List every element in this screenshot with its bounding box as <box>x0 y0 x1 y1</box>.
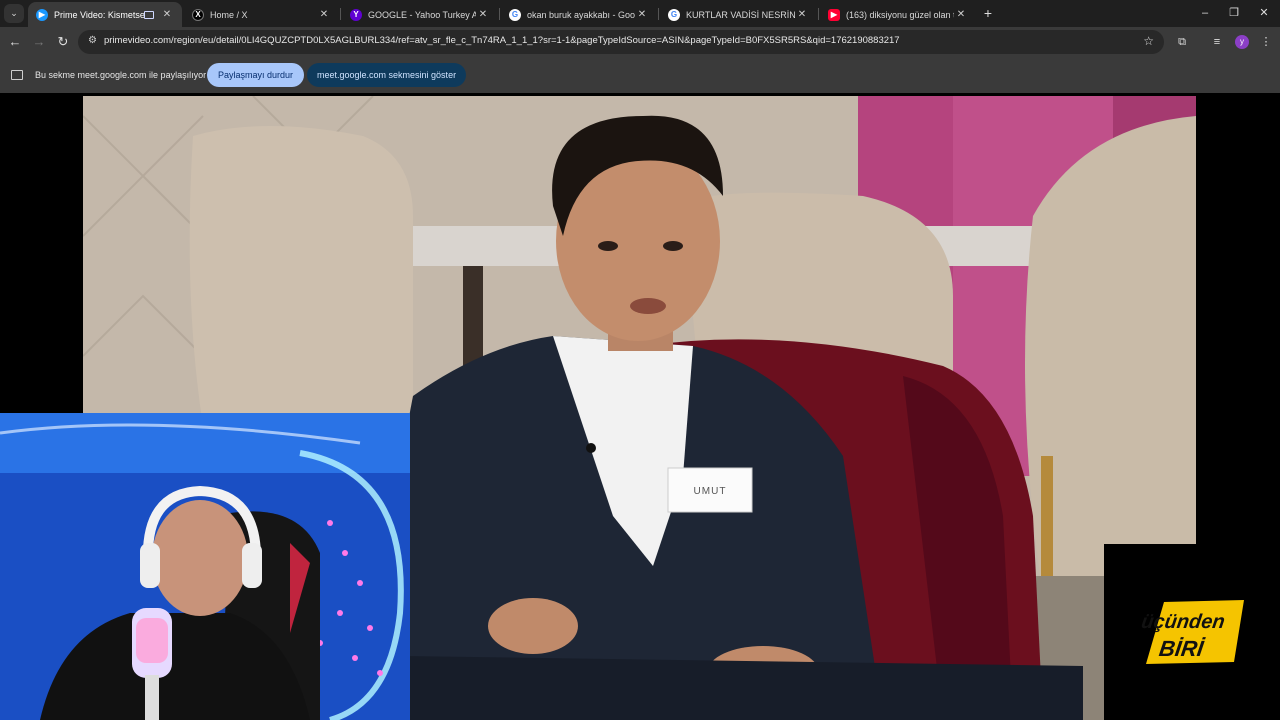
tab-title: (163) diksiyonu güzel olan tosto <box>846 9 954 20</box>
bookmark-star-icon[interactable]: ☆ <box>1143 34 1154 48</box>
reload-button[interactable]: ↻ <box>55 34 71 50</box>
close-icon[interactable]: ✕ <box>476 9 490 20</box>
tab-search-button[interactable]: ⌄ <box>4 4 24 23</box>
profile-avatar[interactable]: y <box>1235 35 1249 49</box>
prime-video-icon: ▶ <box>36 8 48 21</box>
close-icon[interactable]: ✕ <box>160 9 174 20</box>
tab-sharing-infobar: Bu sekme meet.google.com ile paylaşılıyo… <box>0 57 1280 93</box>
tab-google-okan-buruk[interactable]: G okan buruk ayakkabı - Google'da ✕ <box>501 2 657 27</box>
webcam-overlay <box>0 413 410 720</box>
minimize-button[interactable]: – <box>1198 6 1212 20</box>
logo-line1: üçünden <box>1140 611 1226 633</box>
page-content: UMUT üçünden BİRİ <box>0 93 1280 720</box>
close-icon[interactable]: ✕ <box>317 9 331 20</box>
address-bar[interactable]: ⚙ primevideo.com/region/eu/detail/0LI4GQ… <box>78 30 1164 54</box>
tab-separator <box>818 8 819 20</box>
url-text: primevideo.com/region/eu/detail/0LI4GQUZ… <box>104 35 900 46</box>
extensions-icon[interactable]: ⧉ <box>1174 34 1190 50</box>
tab-separator <box>658 8 659 20</box>
yahoo-icon: Y <box>350 8 362 21</box>
tab-title: KURTLAR VADİSİ NESRİN - Goo <box>686 9 795 20</box>
webcam-scene <box>0 413 410 720</box>
tab-yahoo-search[interactable]: Y GOOGLE - Yahoo Turkey Arama ✕ <box>342 2 498 27</box>
new-tab-button[interactable]: + <box>980 5 996 21</box>
restore-button[interactable]: ❐ <box>1227 6 1241 20</box>
uclunden-biri-logo: üçünden BİRİ <box>1140 600 1244 664</box>
logo-line2: BİRİ <box>1158 636 1207 661</box>
close-icon[interactable]: ✕ <box>635 9 649 20</box>
media-controls-icon[interactable]: ≡ <box>1209 34 1225 50</box>
menu-icon[interactable]: ⋮ <box>1258 34 1274 50</box>
close-icon[interactable]: ✕ <box>954 9 968 20</box>
show-meet-tab-button[interactable]: meet.google.com sekmesini göster <box>307 63 467 87</box>
youtube-icon: ▶ <box>828 8 840 21</box>
tab-title: Home / X <box>210 9 248 20</box>
channel-logo: üçünden BİRİ <box>1104 544 1280 720</box>
tab-strip: ⌄ ▶ Prime Video: Kismetse Olur ✕ X Home … <box>0 0 1280 27</box>
tab-x-home[interactable]: X Home / X ✕ <box>184 2 339 27</box>
screen-share-icon <box>11 70 23 80</box>
stop-sharing-button[interactable]: Paylaşmayı durdur <box>207 63 305 87</box>
close-icon[interactable]: ✕ <box>795 9 809 20</box>
google-icon: G <box>668 8 680 21</box>
tab-title: GOOGLE - Yahoo Turkey Arama <box>368 9 476 20</box>
close-window-button[interactable]: ✕ <box>1257 6 1271 20</box>
back-button[interactable]: ← <box>7 34 23 50</box>
tab-prime-video[interactable]: ▶ Prime Video: Kismetse Olur ✕ <box>28 2 182 27</box>
tab-youtube[interactable]: ▶ (163) diksiyonu güzel olan tosto ✕ <box>820 2 976 27</box>
name-tag: UMUT <box>694 486 727 497</box>
sharing-message: Bu sekme meet.google.com ile paylaşılıyo… <box>35 70 207 80</box>
google-icon: G <box>509 8 521 21</box>
tab-title: Prime Video: Kismetse Olur <box>54 9 144 20</box>
tab-separator <box>499 8 500 20</box>
forward-button[interactable]: → <box>31 34 47 50</box>
tab-sharing-icon <box>144 10 154 19</box>
site-info-icon[interactable]: ⚙ <box>88 35 100 49</box>
x-icon: X <box>192 8 204 21</box>
toolbar: ← → ↻ ⚙ primevideo.com/region/eu/detail/… <box>0 27 1280 57</box>
tab-separator <box>340 8 341 20</box>
tab-title: okan buruk ayakkabı - Google'da <box>527 9 635 20</box>
tab-google-kurtlar-vadisi[interactable]: G KURTLAR VADİSİ NESRİN - Goo ✕ <box>660 2 817 27</box>
